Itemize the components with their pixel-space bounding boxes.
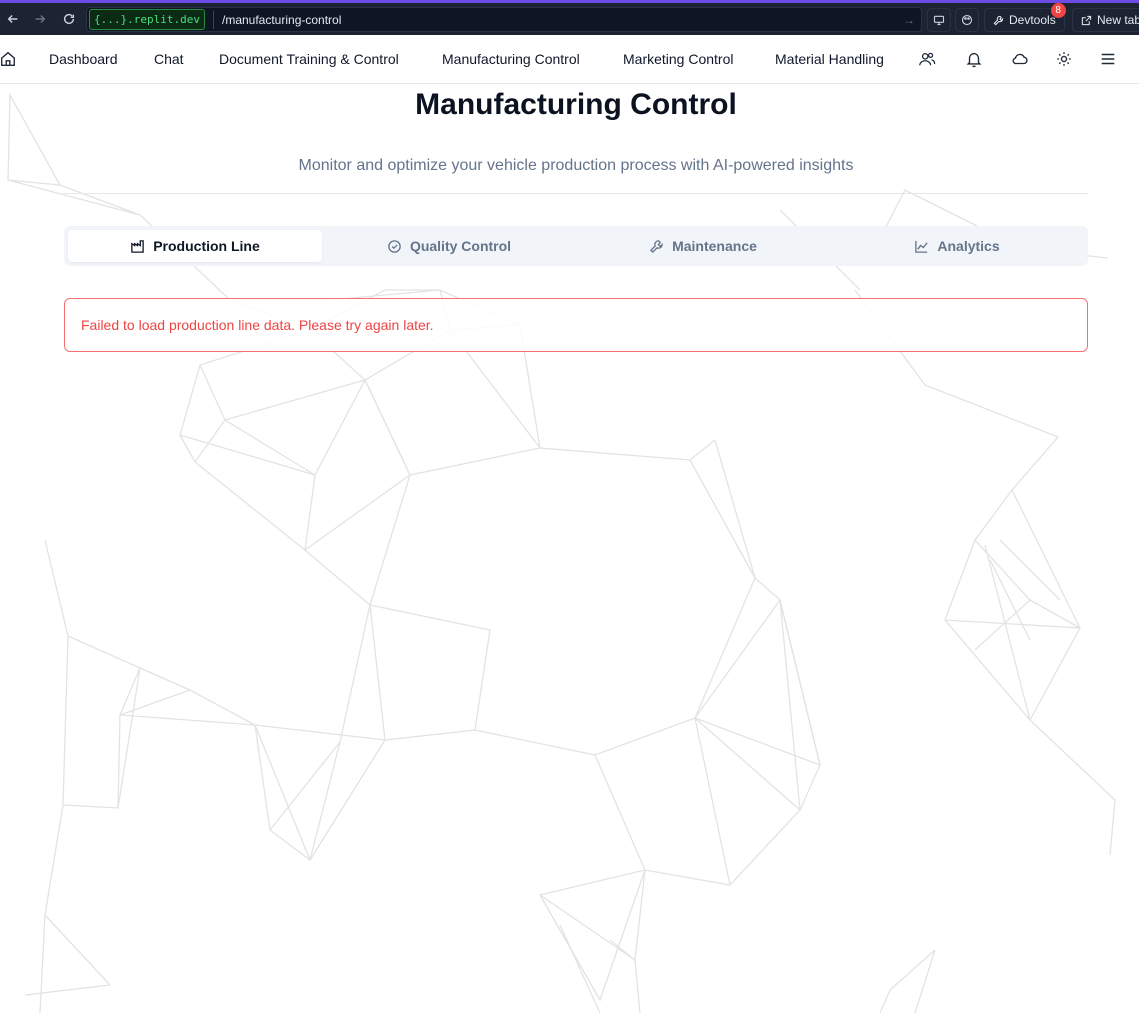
tab-list: Production Line Quality Control Maintena… [64,226,1088,266]
nav-link-manufacturing-control[interactable]: Manufacturing Control [442,51,580,67]
browser-toolbar: {...} .replit.dev /manufacturing-control … [0,0,1139,35]
page-title: Manufacturing Control [415,88,737,121]
factory-icon [131,239,144,253]
tab-label: Analytics [937,238,1000,254]
nav-link-dashboard[interactable]: Dashboard [49,51,118,67]
palette-icon[interactable] [955,8,979,32]
menu-icon[interactable] [1098,49,1118,69]
error-alert-message: Failed to load production line data. Ple… [81,317,434,333]
check-circle-icon [388,239,401,253]
nav-link-document-training[interactable]: Document Training & Control [219,51,399,67]
app-navbar: Dashboard Chat Document Training & Contr… [0,35,1139,84]
users-icon[interactable] [917,49,937,69]
url-separator [212,10,214,29]
wrench-icon [993,15,1004,25]
forward-arrow-icon[interactable] [31,10,49,28]
home-icon[interactable] [0,49,18,69]
tab-label: Production Line [153,238,260,254]
url-domain-prefix: {...} [94,13,128,26]
back-arrow-icon[interactable] [4,10,22,28]
monitor-icon[interactable] [927,8,951,32]
reload-icon[interactable] [60,10,78,28]
cloud-icon[interactable] [1010,49,1030,69]
url-domain-suffix: .replit.dev [127,13,200,26]
address-bar[interactable]: {...} .replit.dev /manufacturing-control … [86,7,922,32]
nav-link-material-handling[interactable]: Material Handling [775,51,884,67]
devtools-badge: 8 [1050,3,1066,18]
line-chart-icon [915,240,929,253]
external-link-icon [1081,15,1092,25]
page-subtitle: Monitor and optimize your vehicle produc… [298,157,854,174]
new-tab-button[interactable]: New tab [1072,8,1139,32]
error-alert: Failed to load production line data. Ple… [64,298,1088,352]
new-tab-label: New tab [1097,13,1139,27]
tab-maintenance[interactable]: Maintenance [576,230,830,262]
main-content: Manufacturing Control Monitor and optimi… [64,84,1088,352]
nav-link-marketing-control[interactable]: Marketing Control [623,51,734,67]
devtools-label: Devtools [1009,13,1056,27]
wrench-icon [650,239,663,253]
gear-icon[interactable] [1054,49,1074,69]
url-go-arrow-icon[interactable]: → [903,13,915,27]
devtools-button[interactable]: Devtools 8 [984,3,1066,32]
header-divider [64,193,1088,194]
bell-icon[interactable] [964,49,984,69]
tab-quality-control[interactable]: Quality Control [322,230,576,262]
url-domain-chip: {...} .replit.dev [89,9,205,30]
nav-link-chat[interactable]: Chat [154,51,184,67]
tab-label: Maintenance [672,238,757,254]
tab-label: Quality Control [409,238,512,254]
tab-analytics[interactable]: Analytics [830,230,1084,262]
tab-production-line[interactable]: Production Line [68,230,322,262]
url-path: /manufacturing-control [221,12,342,27]
